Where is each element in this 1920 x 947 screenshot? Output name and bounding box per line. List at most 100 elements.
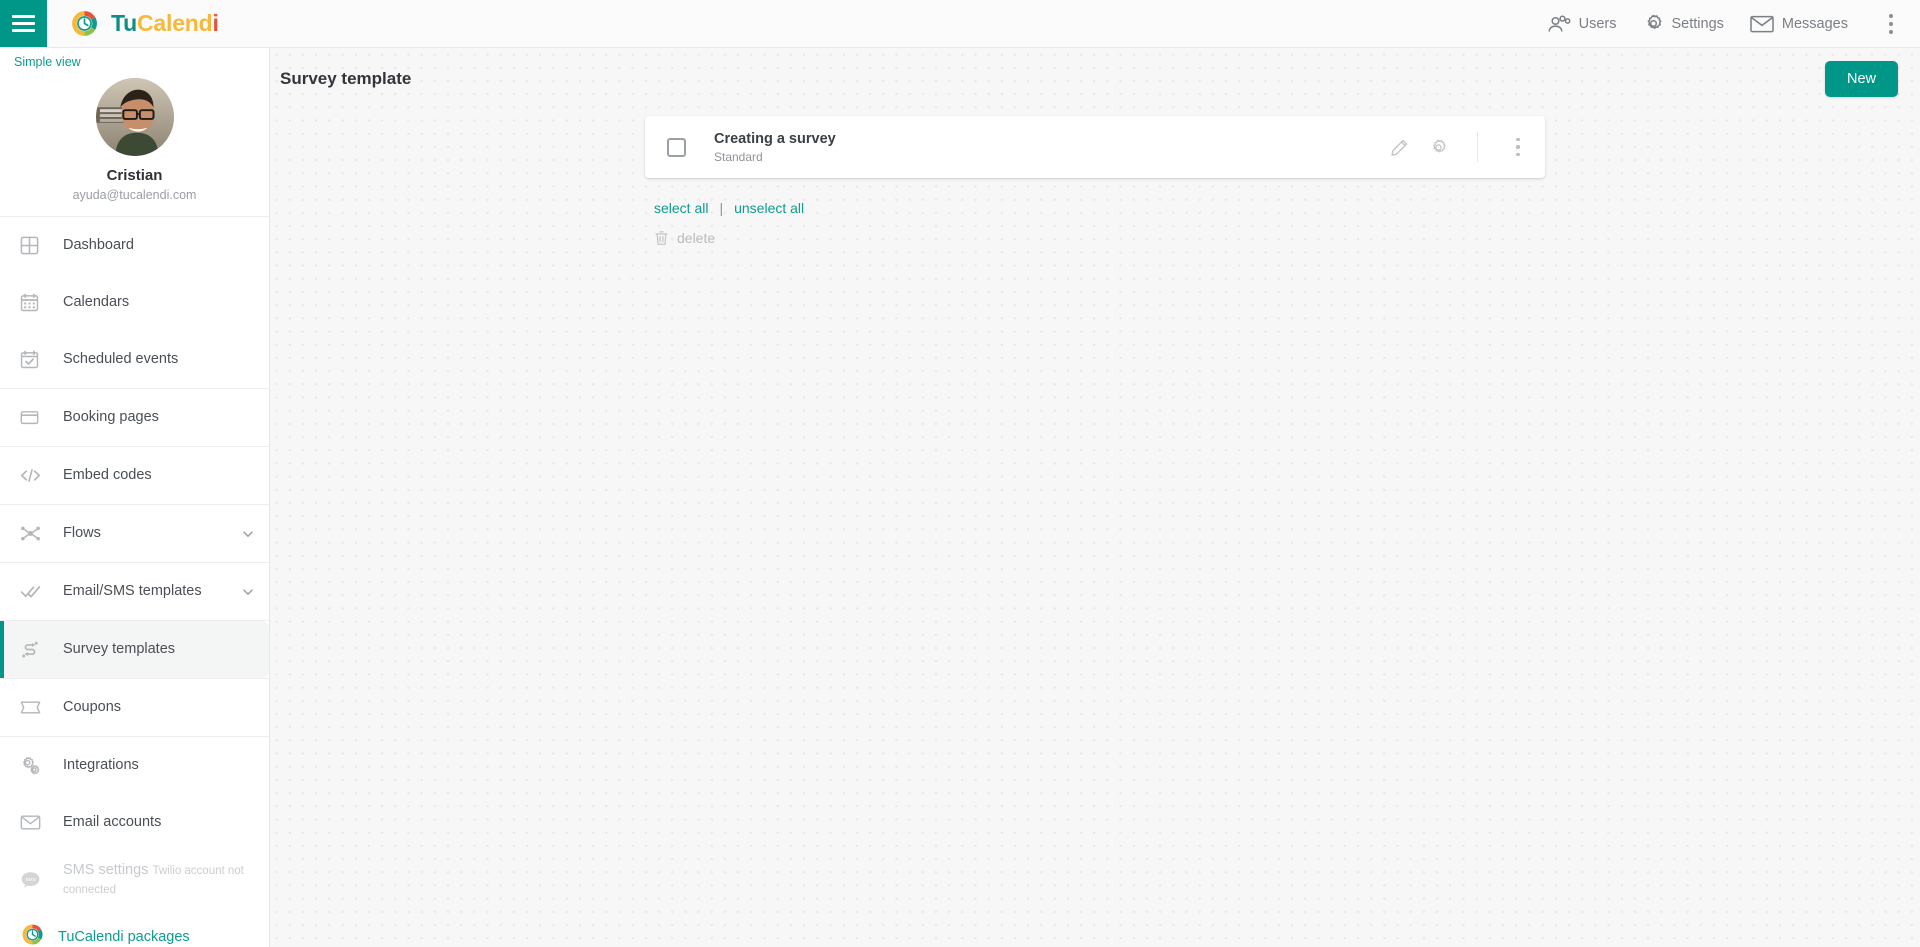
svg-text:SMS: SMS xyxy=(25,877,35,883)
sms-bubble-icon: SMS xyxy=(20,870,50,889)
selection-controls: select all | unselect all xyxy=(645,200,1545,216)
survey-template-subtitle: Standard xyxy=(714,149,763,164)
kebab-vertical-icon-dot xyxy=(1889,13,1893,18)
sidebar-item-label: Email accounts xyxy=(63,814,162,831)
gear-icon[interactable] xyxy=(1429,138,1448,157)
nav-group-email-sms-templates: Email/SMS templates xyxy=(0,562,269,620)
topbar-users-label: Users xyxy=(1578,15,1617,32)
avatar[interactable] xyxy=(95,78,174,156)
dashboard-grid-icon xyxy=(20,236,50,255)
simple-view-link[interactable]: Simple view xyxy=(0,48,269,69)
sidebar-item-flows[interactable]: Flows xyxy=(0,505,269,562)
sidebar-item-email-sms-templates[interactable]: Email/SMS templates xyxy=(0,563,269,620)
gear-icon xyxy=(1643,13,1664,34)
sidebar-item-coupons[interactable]: Coupons xyxy=(0,679,269,736)
survey-template-text: Creating a survey Standard xyxy=(686,131,836,164)
nav-group-flows: Flows xyxy=(0,504,269,562)
envelope-icon xyxy=(1750,15,1774,33)
card-action-divider xyxy=(1477,132,1478,162)
survey-arrows-icon xyxy=(20,640,50,659)
survey-template-row[interactable]: Creating a survey Standard xyxy=(645,116,1545,178)
ticket-icon xyxy=(20,699,50,716)
sidebar-item-label: Integrations xyxy=(63,757,139,774)
survey-template-more-menu[interactable] xyxy=(1507,130,1529,164)
sidebar-item-label: Survey templates xyxy=(63,641,176,658)
topbar-overflow-menu-button[interactable] xyxy=(1878,9,1904,39)
sidebar-profile: Cristian ayuda@tucalendi.com xyxy=(0,69,269,216)
sidebar-item-calendars[interactable]: Calendars xyxy=(0,274,269,331)
nav-group-booking: Booking pages xyxy=(0,388,269,446)
survey-template-actions xyxy=(1390,130,1529,164)
nav-group-embed: Embed codes xyxy=(0,446,269,504)
select-all-link[interactable]: select all xyxy=(654,200,708,216)
topbar-messages-label: Messages xyxy=(1781,15,1848,32)
users-icon xyxy=(1546,14,1571,34)
sidebar-item-booking-pages[interactable]: Booking pages xyxy=(0,389,269,446)
double-gear-icon xyxy=(20,756,50,776)
kebab-vertical-icon-dot xyxy=(1516,145,1520,149)
sidebar-item-label: Calendars xyxy=(63,294,130,311)
sidebar-item-label: Scheduled events xyxy=(63,351,179,368)
sidebar-item-label: Coupons xyxy=(63,699,122,716)
sidebar-item-label: Embed codes xyxy=(63,467,152,484)
kebab-vertical-icon-dot xyxy=(1516,137,1520,142)
window-icon xyxy=(20,408,50,427)
kebab-vertical-icon-dot xyxy=(1516,152,1520,157)
brand-name-part1: Tu xyxy=(111,10,137,36)
nav-group-survey-templates: Survey templates xyxy=(0,620,269,678)
calendar-icon xyxy=(20,293,50,312)
trash-icon xyxy=(654,230,669,246)
sidebar-footer-label: TuCalendi packages xyxy=(58,929,190,945)
menu-toggle-button[interactable] xyxy=(0,0,47,47)
pencil-icon[interactable] xyxy=(1390,138,1409,157)
sidebar-item-sms-settings[interactable]: SMS SMS settings Twilio account not conn… xyxy=(0,851,269,908)
profile-name: Cristian xyxy=(106,167,163,184)
tucalendi-clock-logo-icon xyxy=(20,922,45,947)
profile-email: ayuda@tucalendi.com xyxy=(72,188,197,202)
survey-template-checkbox[interactable] xyxy=(667,137,686,157)
sidebar-item-label: Flows xyxy=(63,525,101,542)
survey-template-title: Creating a survey xyxy=(714,130,836,147)
page-title: Survey template xyxy=(280,69,412,88)
sidebar-item-dashboard[interactable]: Dashboard xyxy=(0,217,269,274)
chevron-down-icon[interactable] xyxy=(241,585,255,599)
main-body: Creating a survey Standard select all | … xyxy=(270,110,1920,947)
delete-button[interactable]: delete xyxy=(645,230,1545,246)
topbar-settings-button[interactable]: Settings xyxy=(1643,13,1724,34)
double-check-icon xyxy=(20,582,50,601)
sidebar-item-label: Email/SMS templates xyxy=(63,583,202,600)
user-avatar-photo-icon xyxy=(95,78,174,156)
sidebar: Simple view Cristian ayuda@tucalendi.com… xyxy=(0,48,270,947)
brand-name: TuCalendi xyxy=(111,10,219,37)
flow-nodes-icon xyxy=(20,524,50,543)
delete-label: delete xyxy=(677,230,716,246)
calendar-check-icon xyxy=(20,350,50,369)
page-wrapper: Simple view Cristian ayuda@tucalendi.com… xyxy=(0,48,1920,947)
top-bar: TuCalendi Users Settings Messages xyxy=(0,0,1920,48)
content-column: Creating a survey Standard select all | … xyxy=(645,116,1545,246)
sidebar-item-tucalendi-packages[interactable]: TuCalendi packages xyxy=(0,908,269,947)
nav-group-main: Dashboard Calendars Scheduled events xyxy=(0,216,269,388)
unselect-all-link[interactable]: unselect all xyxy=(734,200,804,216)
nav-group-integrations: Integrations Email accounts SMS SMS sett… xyxy=(0,736,269,908)
sidebar-item-label: SMS settings xyxy=(63,862,149,879)
top-bar-actions: Users Settings Messages xyxy=(1546,0,1920,47)
topbar-messages-button[interactable]: Messages xyxy=(1750,15,1848,33)
sidebar-item-email-accounts[interactable]: Email accounts xyxy=(0,794,269,851)
kebab-vertical-icon-dot xyxy=(1889,29,1893,34)
sidebar-nav: Dashboard Calendars Scheduled events Boo… xyxy=(0,216,269,947)
sidebar-item-embed-codes[interactable]: Embed codes xyxy=(0,447,269,504)
sidebar-item-scheduled-events[interactable]: Scheduled events xyxy=(0,331,269,388)
sidebar-item-survey-templates[interactable]: Survey templates xyxy=(0,621,269,678)
topbar-users-button[interactable]: Users xyxy=(1546,14,1617,34)
tucalendi-clock-logo-icon xyxy=(69,8,100,39)
main-header: Survey template New xyxy=(270,48,1920,110)
sidebar-item-integrations[interactable]: Integrations xyxy=(0,737,269,794)
chevron-down-icon[interactable] xyxy=(241,527,255,541)
brand-logo-area[interactable]: TuCalendi xyxy=(47,0,219,47)
new-button[interactable]: New xyxy=(1824,61,1898,97)
nav-group-coupons: Coupons xyxy=(0,678,269,736)
topbar-settings-label: Settings xyxy=(1671,15,1724,32)
kebab-vertical-icon-dot xyxy=(1889,21,1893,26)
envelope-icon xyxy=(20,814,50,831)
